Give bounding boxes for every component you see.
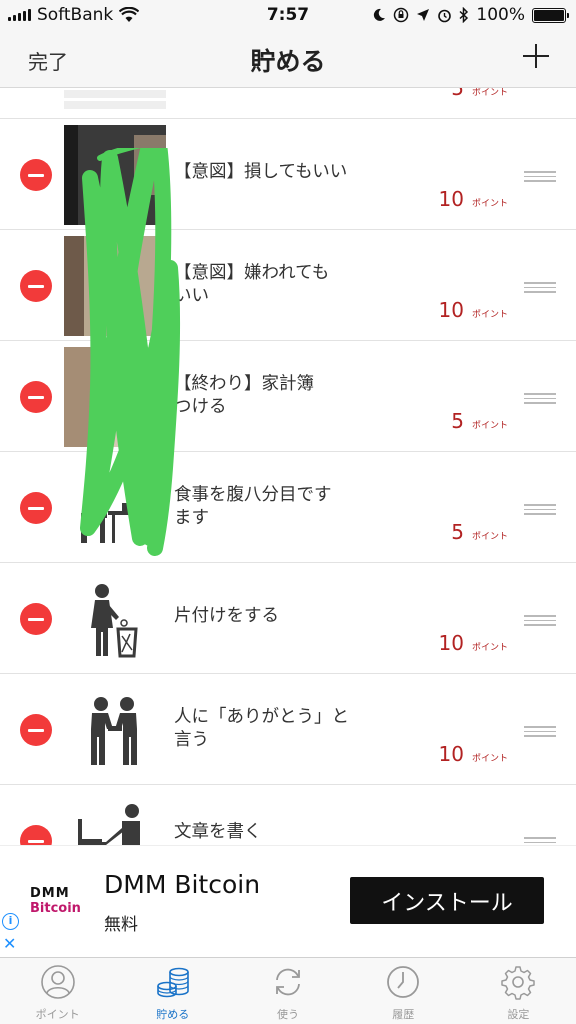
minus-icon [28, 728, 44, 732]
points: 5 ポイント [451, 409, 508, 433]
points-value: 10 [438, 631, 464, 655]
row-title: 文章を書く [174, 822, 262, 842]
nav-bar: 完了 貯める [0, 30, 576, 88]
refresh-icon [276, 968, 300, 996]
delete-button[interactable] [20, 603, 52, 635]
tab-label: ポイント [35, 1008, 80, 1021]
points-value: 10 [438, 742, 464, 766]
tab-points[interactable]: ポイント [0, 958, 115, 1024]
ad-banner[interactable]: DMM Bitcoin DMM Bitcoin 無料 インストール i ✕ [0, 845, 576, 957]
bluetooth-icon [459, 7, 469, 23]
reorder-handle-icon[interactable] [524, 393, 556, 404]
points: 10 ポイント [439, 187, 508, 211]
reorder-handle-icon[interactable] [524, 171, 556, 182]
person-circle-icon [40, 965, 75, 999]
list-item[interactable]: 5 ポイント [0, 88, 576, 119]
minus-icon [28, 839, 44, 843]
minus-icon [28, 395, 44, 399]
tab-history[interactable]: 履歴 [346, 958, 461, 1024]
photo-thumbnail [64, 88, 166, 118]
row-title: 【終わり】家計簿 つける [174, 374, 314, 417]
points-unit: ポイント [471, 199, 508, 209]
ad-logo-top: DMM [30, 886, 70, 901]
coins-icon [156, 967, 189, 998]
ad-subtitle: 無料 [104, 915, 138, 935]
points-unit: ポイント [471, 421, 508, 431]
battery-percent: 100% [476, 5, 525, 25]
row-title: 人に「ありがとう」と 言う [174, 707, 349, 750]
minus-icon [28, 173, 44, 177]
points: 5 ポイント [451, 520, 508, 544]
reorder-handle-icon[interactable] [524, 837, 556, 845]
minus-icon [28, 284, 44, 288]
tab-settings[interactable]: 設定 [461, 958, 576, 1024]
points-value: 5 [451, 88, 464, 100]
minus-icon [28, 506, 44, 510]
ad-logo-bottom: Bitcoin [30, 901, 81, 916]
delete-button[interactable] [20, 270, 52, 302]
ad-logo: DMM Bitcoin [30, 886, 92, 918]
clock-icon [387, 966, 420, 998]
list-item[interactable]: 文章を書く [0, 785, 576, 845]
tab-save[interactable]: 貯める [115, 958, 230, 1024]
points: 10 ポイント [439, 631, 508, 655]
battery-icon [532, 7, 569, 23]
moon-icon [374, 8, 386, 21]
gear-icon [501, 966, 536, 1000]
points-value: 5 [451, 409, 464, 433]
delete-button[interactable] [20, 825, 52, 845]
ad-title: DMM Bitcoin [104, 870, 261, 899]
points: 10 ポイント [439, 298, 508, 322]
points-unit: ポイント [471, 754, 508, 764]
points-value: 10 [438, 187, 464, 211]
person-writing-icon [64, 791, 166, 845]
points-unit: ポイント [471, 643, 508, 653]
list-item[interactable]: 人に「ありがとう」と 言う 10 ポイント [0, 674, 576, 785]
points-value: 5 [451, 520, 464, 544]
tab-label: 貯める [156, 1008, 190, 1021]
delete-button[interactable] [20, 492, 52, 524]
row-title: 食事を腹八分目です ます [174, 485, 332, 528]
tab-use[interactable]: 使う [230, 958, 345, 1024]
rotation-lock-icon [394, 7, 409, 23]
points-value: 10 [438, 298, 464, 322]
minus-icon [28, 617, 44, 621]
tab-bar: ポイント 貯める 使う 履歴 設定 [0, 957, 576, 1024]
reorder-handle-icon[interactable] [524, 615, 556, 626]
ad-close-icon[interactable]: ✕ [3, 934, 16, 953]
delete-button[interactable] [20, 381, 52, 413]
points-unit: ポイント [471, 532, 508, 542]
tab-label: 履歴 [392, 1008, 415, 1021]
reorder-handle-icon[interactable] [524, 282, 556, 293]
redaction-scribble [80, 148, 181, 556]
reorder-handle-icon[interactable] [524, 726, 556, 737]
add-button[interactable] [522, 42, 550, 70]
row-title: 【意図】嫌われても いい [174, 263, 330, 306]
points: 10 ポイント [439, 742, 508, 766]
points-unit: ポイント [471, 310, 508, 320]
install-button[interactable]: インストール [350, 877, 544, 924]
tab-label: 設定 [507, 1008, 530, 1021]
list-item[interactable]: 片付けをする 10 ポイント [0, 563, 576, 674]
alarm-icon [438, 9, 452, 22]
row-title: 【意図】損してもいい [174, 162, 348, 182]
row-title: 片付けをする [174, 606, 279, 626]
page-title: 貯める [250, 47, 326, 76]
tab-label: 使う [277, 1008, 299, 1021]
reorder-handle-icon[interactable] [524, 504, 556, 515]
status-right: 100% [372, 5, 569, 25]
ad-info-icon[interactable]: i [2, 913, 19, 930]
delete-button[interactable] [20, 714, 52, 746]
location-icon [417, 9, 430, 21]
person-trash-icon [64, 569, 166, 669]
status-bar: SoftBank 7:57 100% [0, 0, 576, 30]
handshake-icon [64, 680, 166, 780]
points-unit: ポイント [471, 88, 508, 98]
points: 5 ポイント [451, 88, 508, 100]
habit-list: 5 ポイント 【意図】損してもいい 10 ポイント 【意図】嫌われても いい 1… [0, 88, 576, 845]
delete-button[interactable] [20, 159, 52, 191]
